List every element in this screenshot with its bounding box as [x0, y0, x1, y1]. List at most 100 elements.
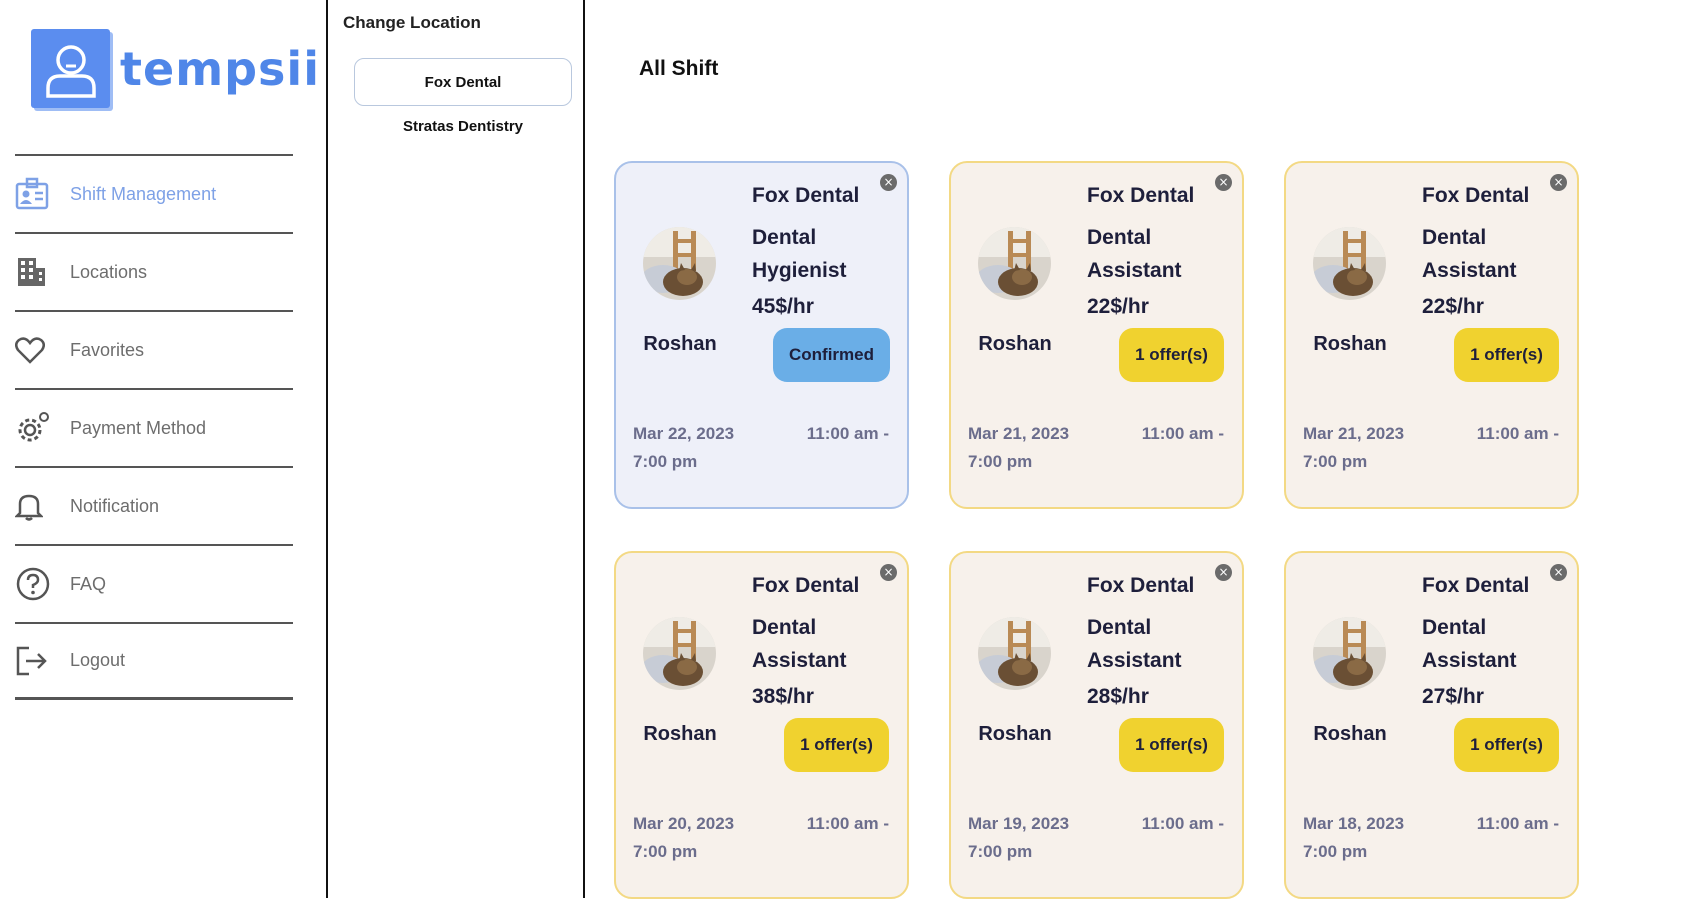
shift-date-value: Mar 21, 2023: [1303, 424, 1405, 443]
clinic-name: Fox Dental: [1087, 184, 1195, 207]
worker-name: Roshan: [1313, 723, 1387, 745]
shift-start-time: 11:00 am -: [1476, 814, 1559, 833]
sidebar-item-faq[interactable]: FAQ: [15, 544, 293, 622]
offers-button[interactable]: 1 offer(s): [1454, 328, 1559, 382]
avatar: [1313, 227, 1386, 300]
shift-start-time: 11:00 am -: [1141, 814, 1224, 833]
shift-date-value: Mar 18, 2023: [1303, 814, 1405, 833]
sidebar: tempsii Shift Management Locations Favor…: [0, 0, 328, 898]
sidebar-item-shift-management[interactable]: Shift Management: [15, 154, 293, 232]
avatar: [643, 617, 716, 690]
sidebar-item-logout[interactable]: Logout: [15, 622, 293, 700]
shift-role: Dental Assistant: [752, 616, 847, 672]
shift-rate: 27$/hr: [1422, 685, 1484, 708]
confirmed-badge[interactable]: Confirmed: [773, 328, 890, 382]
avatar: [978, 227, 1051, 300]
clinic-name: Fox Dental: [1422, 574, 1530, 597]
shift-end-time: 7:00 pm: [1303, 842, 1368, 861]
logout-icon: [15, 641, 55, 681]
shift-rate: 38$/hr: [752, 685, 814, 708]
offers-button[interactable]: 1 offer(s): [1119, 718, 1224, 772]
shift-date: Mar 22, 2023 7:00 pm: [633, 420, 734, 476]
shift-end-time: 7:00 pm: [968, 452, 1033, 471]
shift-start-time: 11:00 am -: [806, 814, 889, 833]
location-panel: Change Location Fox Dental Stratas Denti…: [328, 0, 583, 898]
shift-start-time: 11:00 am -: [1476, 424, 1559, 443]
sidebar-nav: Shift Management Locations Favorites Pay…: [15, 154, 293, 700]
shift-date: Mar 18, 2023 7:00 pm: [1303, 810, 1404, 866]
shift-rate: 22$/hr: [1422, 295, 1484, 318]
shift-role: Dental Hygienist: [752, 226, 847, 282]
sidebar-item-label: Payment Method: [70, 417, 207, 438]
shift-end-time: 7:00 pm: [633, 452, 698, 471]
shift-role: Dental Assistant: [1422, 226, 1517, 282]
sidebar-item-label: Logout: [70, 650, 126, 670]
avatar: [1313, 617, 1386, 690]
id-badge-icon: [15, 174, 55, 214]
heart-icon: [15, 330, 55, 370]
shift-start-time: 11:00 am -: [1141, 424, 1224, 443]
avatar: [978, 617, 1051, 690]
close-icon[interactable]: ×: [1215, 174, 1232, 191]
shift-card[interactable]: × Roshan Fox Dental Dental Assistant 28$/hr 1…: [949, 551, 1244, 899]
shift-end-time: 7:00 pm: [968, 842, 1033, 861]
location-divider: [583, 0, 585, 898]
shift-card[interactable]: × Roshan Fox Dental Dental Hygienist 45$/hr C…: [614, 161, 909, 509]
shift-start-time: 11:00 am -: [806, 424, 889, 443]
location-option[interactable]: Stratas Dentistry: [354, 118, 572, 135]
shift-date: Mar 21, 2023 7:00 pm: [968, 420, 1069, 476]
offers-button[interactable]: 1 offer(s): [1119, 328, 1224, 382]
close-icon[interactable]: ×: [880, 564, 897, 581]
location-option-selected[interactable]: Fox Dental: [354, 58, 572, 106]
shift-rate: 28$/hr: [1087, 685, 1149, 708]
avatar: [643, 227, 716, 300]
sidebar-item-payment-method[interactable]: Payment Method: [15, 388, 293, 466]
shift-date: Mar 21, 2023 7:00 pm: [1303, 420, 1404, 476]
clinic-name: Fox Dental: [1422, 184, 1530, 207]
sidebar-item-notification[interactable]: Notification: [15, 466, 293, 544]
close-icon[interactable]: ×: [1215, 564, 1232, 581]
sidebar-item-label: Favorites: [70, 339, 145, 360]
worker-name: Roshan: [978, 333, 1052, 355]
person-logo-icon: [31, 29, 110, 108]
close-icon[interactable]: ×: [1550, 174, 1567, 191]
shift-date-value: Mar 20, 2023: [633, 814, 735, 833]
offers-button[interactable]: 1 offer(s): [1454, 718, 1559, 772]
worker-name: Roshan: [978, 723, 1052, 745]
close-icon[interactable]: ×: [880, 174, 897, 191]
brand-logo[interactable]: tempsii: [31, 29, 320, 108]
offers-button[interactable]: 1 offer(s): [784, 718, 889, 772]
shift-card[interactable]: × Roshan Fox Dental Dental Assistant 22$/hr 1…: [1284, 161, 1579, 509]
gear-icon: [15, 408, 55, 448]
close-icon[interactable]: ×: [1550, 564, 1567, 581]
sidebar-item-label: Shift Management: [70, 183, 217, 204]
worker-name: Roshan: [643, 723, 717, 745]
shift-role: Dental Assistant: [1087, 226, 1182, 282]
shift-date-value: Mar 19, 2023: [968, 814, 1070, 833]
shift-end-time: 7:00 pm: [1303, 452, 1368, 471]
shift-end-time: 7:00 pm: [633, 842, 698, 861]
shift-card[interactable]: × Roshan Fox Dental Dental Assistant 27$/hr 1…: [1284, 551, 1579, 899]
shift-card[interactable]: × Roshan Fox Dental Dental Assistant 38$/hr 1…: [614, 551, 909, 899]
shift-card[interactable]: × Roshan Fox Dental Dental Assistant 22$/hr 1…: [949, 161, 1244, 509]
page-title: All Shift: [639, 57, 719, 80]
brand-name: tempsii: [120, 41, 320, 96]
question-icon: [15, 564, 55, 604]
clinic-name: Fox Dental: [752, 574, 860, 597]
shift-rate: 22$/hr: [1087, 295, 1149, 318]
worker-name: Roshan: [1313, 333, 1387, 355]
shift-date-value: Mar 21, 2023: [968, 424, 1070, 443]
shift-rate: 45$/hr: [752, 295, 814, 318]
shift-role: Dental Assistant: [1422, 616, 1517, 672]
sidebar-item-label: Locations: [70, 261, 148, 282]
sidebar-item-locations[interactable]: Locations: [15, 232, 293, 310]
bell-icon: [15, 486, 55, 526]
shift-date: Mar 20, 2023 7:00 pm: [633, 810, 734, 866]
shift-role: Dental Assistant: [1087, 616, 1182, 672]
worker-name: Roshan: [643, 333, 717, 355]
sidebar-item-favorites[interactable]: Favorites: [15, 310, 293, 388]
sidebar-item-label: Notification: [70, 495, 160, 516]
shift-date-value: Mar 22, 2023: [633, 424, 735, 443]
sidebar-item-label: FAQ: [70, 573, 107, 594]
building-icon: [15, 252, 55, 292]
